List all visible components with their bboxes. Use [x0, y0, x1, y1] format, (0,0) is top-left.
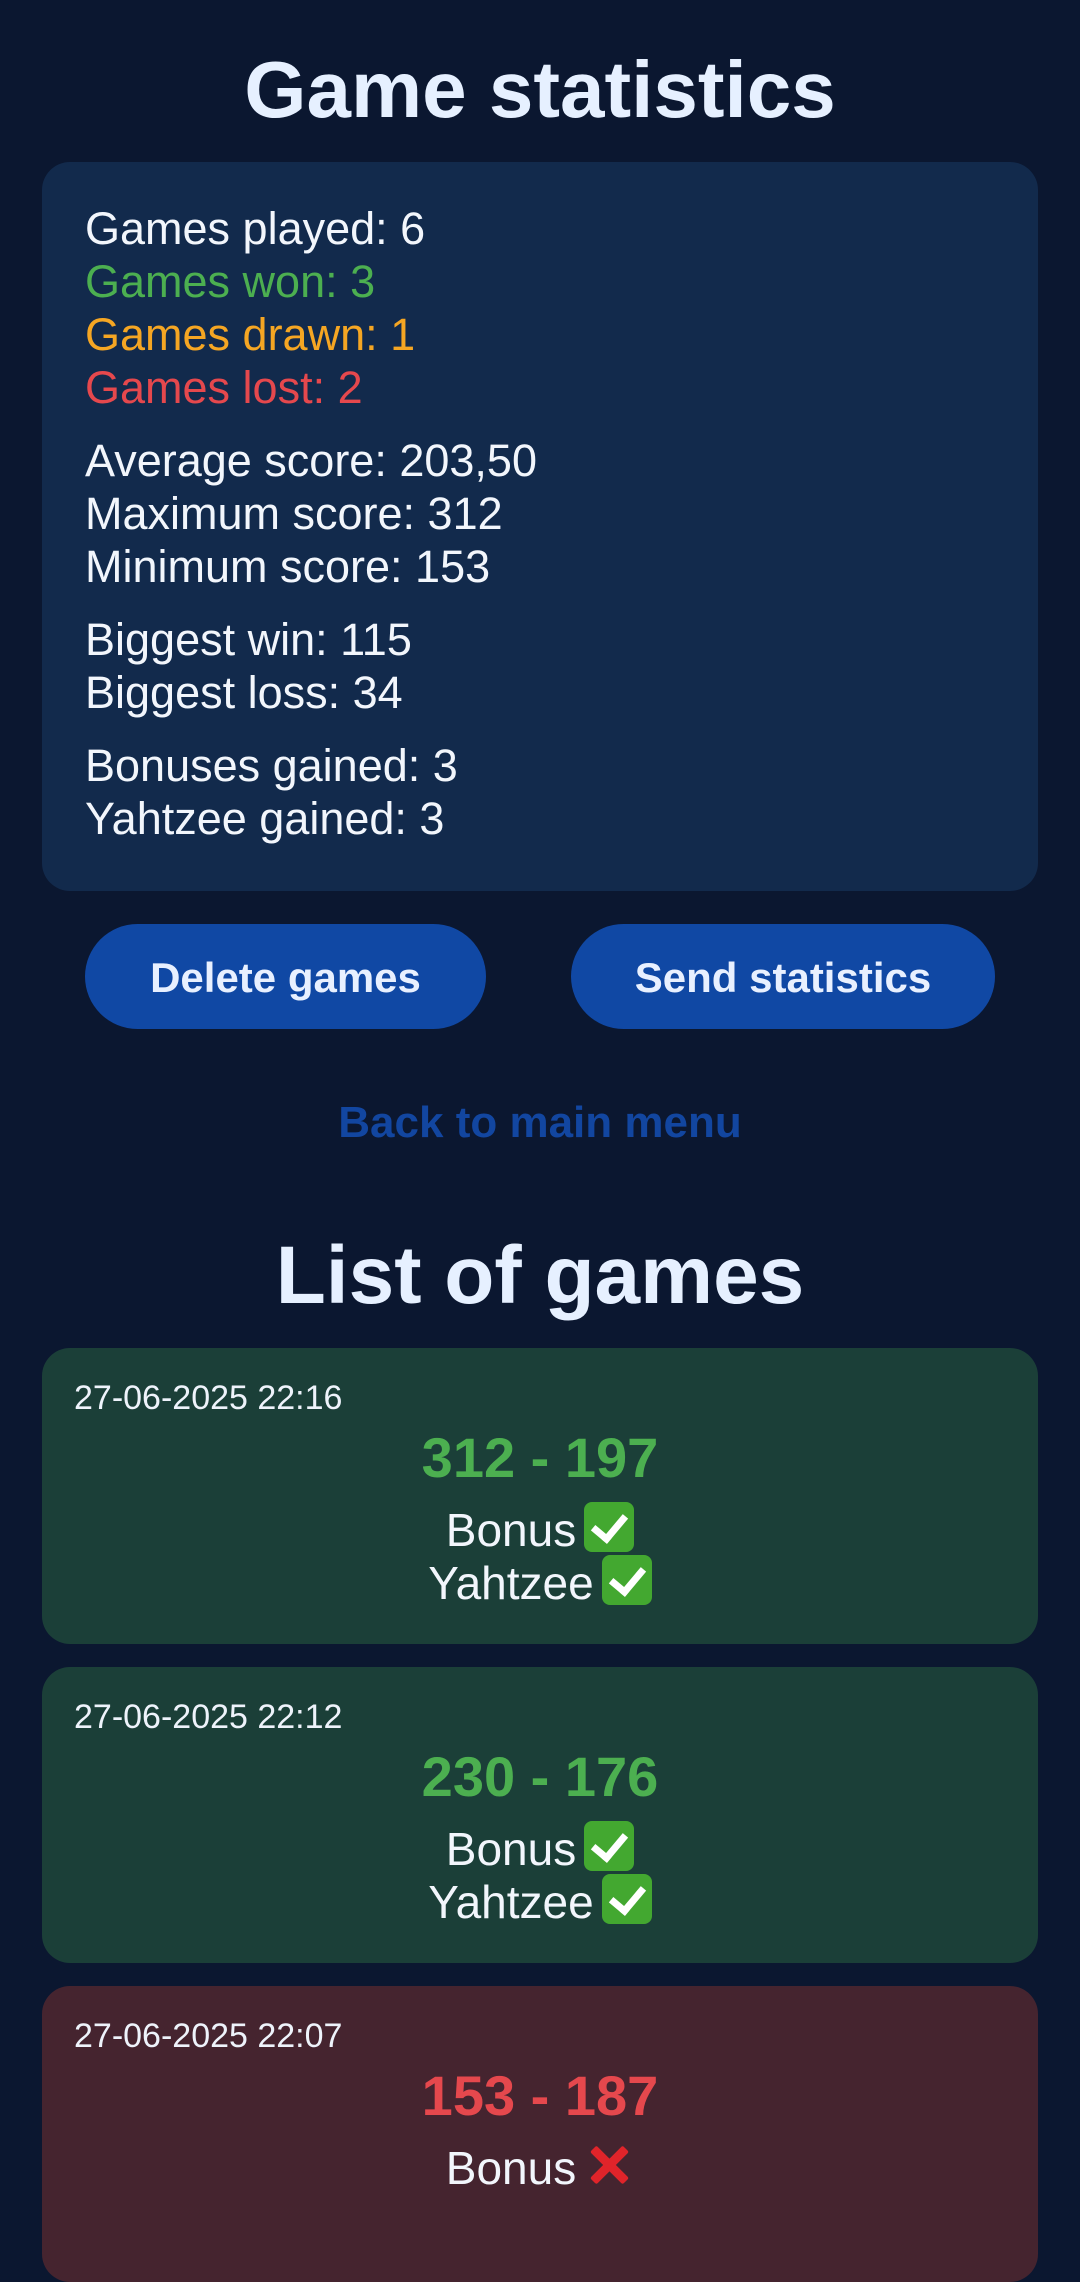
bonuses-gained-stat: Bonuses gained: 3 [85, 740, 458, 791]
game-score: 312 - 197 [421, 1426, 659, 1489]
bonus-row: Bonus [42, 1502, 1038, 1557]
score-group: Average score: 203,50 Maximum score: 312… [85, 434, 1038, 593]
bonus-row: Bonus [42, 2140, 1038, 2195]
bonus-label: Bonus [445, 2142, 577, 2194]
check-mark-icon [584, 1821, 635, 1871]
games-played-stat: Games played: 6 [85, 203, 426, 254]
check-mark-icon [601, 1874, 652, 1924]
results-group: Games played: 6 Games won: 3 Games drawn… [85, 202, 1038, 414]
yahtzee-row: Yahtzee [42, 1555, 1038, 1610]
send-statistics-button[interactable]: Send statistics [571, 924, 995, 1029]
bonus-label: Bonus [445, 1823, 577, 1875]
games-drawn-stat: Games drawn: 1 [85, 309, 416, 360]
yahtzee-label: Yahtzee [428, 1557, 594, 1609]
game-date: 27-06-2025 22:16 [74, 1379, 343, 1417]
page-title: Game statistics [244, 45, 836, 134]
bonus-row: Bonus [42, 1821, 1038, 1876]
average-score-stat: Average score: 203,50 [85, 435, 537, 486]
game-date: 27-06-2025 22:12 [74, 1698, 343, 1736]
games-list-title: List of games [275, 1230, 805, 1321]
game-card[interactable]: 27-06-2025 22:07 153 - 187 Bonus [42, 1986, 1038, 2282]
bonus-label: Bonus [445, 1504, 577, 1556]
check-mark-icon [584, 1502, 635, 1552]
margin-group: Biggest win: 115 Biggest loss: 34 [85, 613, 1038, 719]
yahtzee-label: Yahtzee [428, 1876, 594, 1928]
extras-group: Bonuses gained: 3 Yahtzee gained: 3 [85, 739, 1038, 845]
maximum-score-stat: Maximum score: 312 [85, 488, 503, 539]
back-to-main-menu-link[interactable]: Back to main menu [0, 1093, 1080, 1153]
statistics-panel: Games played: 6 Games won: 3 Games drawn… [42, 162, 1038, 891]
game-date: 27-06-2025 22:07 [74, 2017, 343, 2055]
yahtzee-row: Yahtzee [42, 1874, 1038, 1929]
game-score: 230 - 176 [421, 1745, 659, 1808]
biggest-win-stat: Biggest win: 115 [85, 614, 412, 665]
yahtzee-gained-stat: Yahtzee gained: 3 [85, 793, 445, 844]
game-score: 153 - 187 [421, 2064, 659, 2127]
delete-games-button[interactable]: Delete games [85, 924, 486, 1029]
games-won-stat: Games won: 3 [85, 256, 376, 307]
cross-mark-icon [584, 2140, 634, 2190]
game-card[interactable]: 27-06-2025 22:12 230 - 176 Bonus Yahtzee [42, 1667, 1038, 1963]
games-lost-stat: Games lost: 2 [85, 362, 363, 413]
game-card[interactable]: 27-06-2025 22:16 312 - 197 Bonus Yahtzee [42, 1348, 1038, 1644]
minimum-score-stat: Minimum score: 153 [85, 541, 491, 592]
check-mark-icon [601, 1555, 652, 1605]
biggest-loss-stat: Biggest loss: 34 [85, 667, 403, 718]
